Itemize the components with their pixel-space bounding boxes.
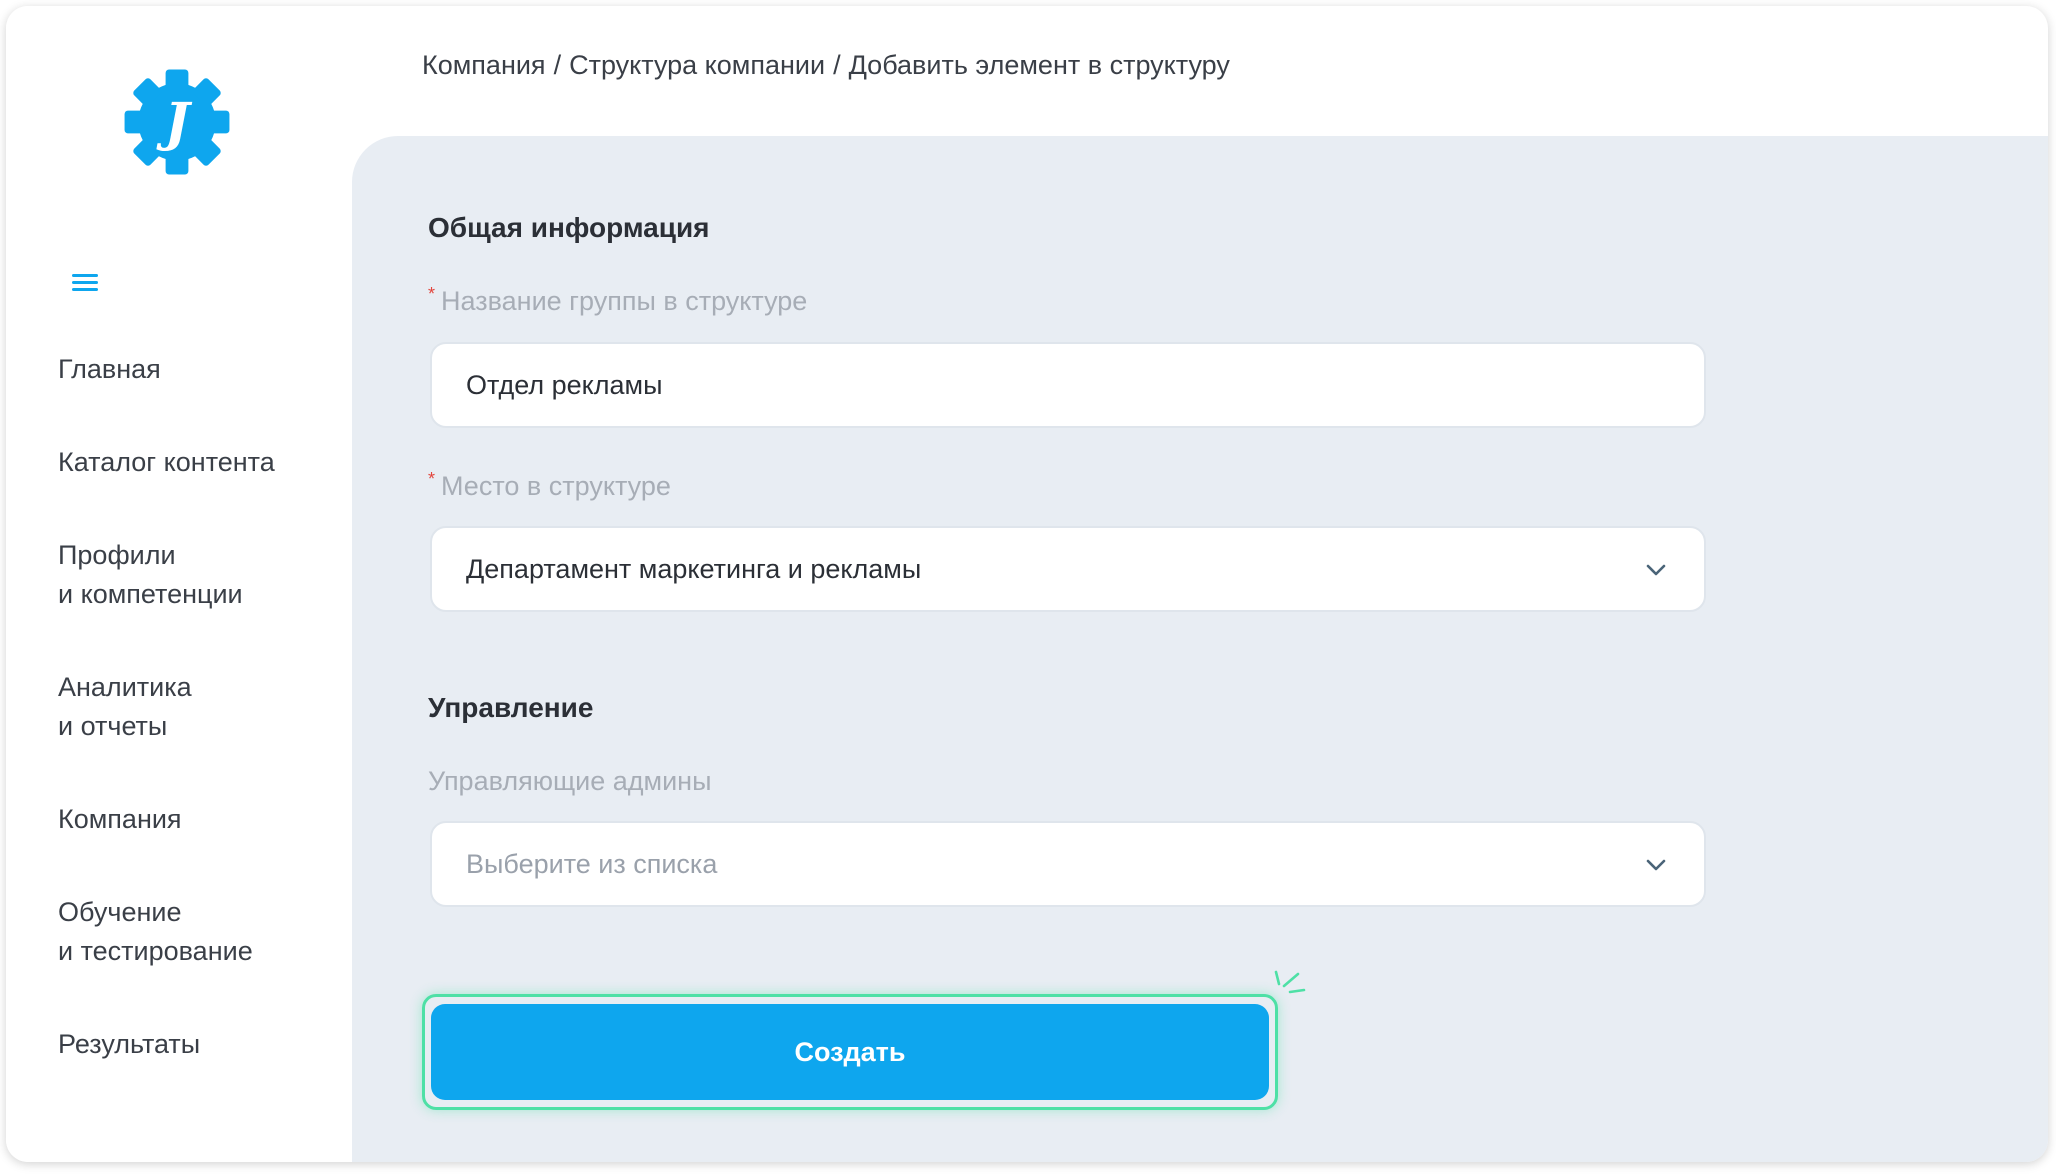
admins-label: Управляющие админы (428, 766, 712, 796)
logo-gear-icon: J (124, 69, 230, 175)
chevron-down-icon (1646, 564, 1666, 576)
sidebar: J Главная Каталог контента Профили и ком… (6, 6, 352, 1162)
create-button[interactable]: Создать (431, 1004, 1269, 1100)
group-name-input[interactable]: Отдел рекламы (430, 342, 1706, 428)
required-mark: * (428, 284, 436, 304)
required-mark: * (428, 469, 436, 489)
breadcrumb-current-page: Добавить элемент в структуру (848, 50, 1230, 80)
sidebar-item-analytics[interactable]: Аналитика и отчеты (58, 668, 338, 746)
sidebar-item-home[interactable]: Главная (58, 350, 338, 389)
admins-select[interactable]: Выберите из списка (430, 821, 1706, 907)
hamburger-menu-icon[interactable] (68, 268, 104, 298)
section-title-management: Управление (428, 692, 594, 723)
breadcrumb: Компания / Структура компании / Добавить эле… (422, 50, 1230, 81)
group-name-label-text: Название группы в структуре (441, 286, 808, 316)
place-label: * Место в структуре (428, 469, 671, 502)
breadcrumb-separator: / (833, 50, 841, 80)
place-select-value: Департамент маркетинга и рекламы (466, 554, 922, 584)
create-button-highlight: Создать (422, 994, 1278, 1110)
sidebar-item-results[interactable]: Результаты (58, 1025, 338, 1064)
place-label-text: Место в структуре (441, 471, 671, 501)
sidebar-item-profiles[interactable]: Профили и компетенции (58, 536, 338, 614)
breadcrumb-company[interactable]: Компания (422, 50, 546, 80)
chevron-down-icon (1646, 859, 1666, 871)
sidebar-item-learning[interactable]: Обучение и тестирование (58, 893, 338, 971)
sidebar-item-company[interactable]: Компания (58, 800, 338, 839)
section-title-general: Общая информация (428, 212, 710, 243)
group-name-label: * Название группы в структуре (428, 284, 808, 317)
breadcrumb-separator: / (553, 50, 562, 80)
place-select[interactable]: Департамент маркетинга и рекламы (430, 526, 1706, 612)
breadcrumb-company-structure[interactable]: Структура компании (569, 50, 825, 80)
group-name-value: Отдел рекламы (466, 370, 663, 400)
admins-select-placeholder: Выберите из списка (466, 849, 718, 879)
main-content: Общая информация * Название группы в стру… (352, 136, 2048, 1162)
app-window: J Главная Каталог контента Профили и ком… (6, 6, 2048, 1162)
sidebar-item-content-catalog[interactable]: Каталог контента (58, 443, 338, 482)
sparkle-icon (1274, 970, 1306, 994)
